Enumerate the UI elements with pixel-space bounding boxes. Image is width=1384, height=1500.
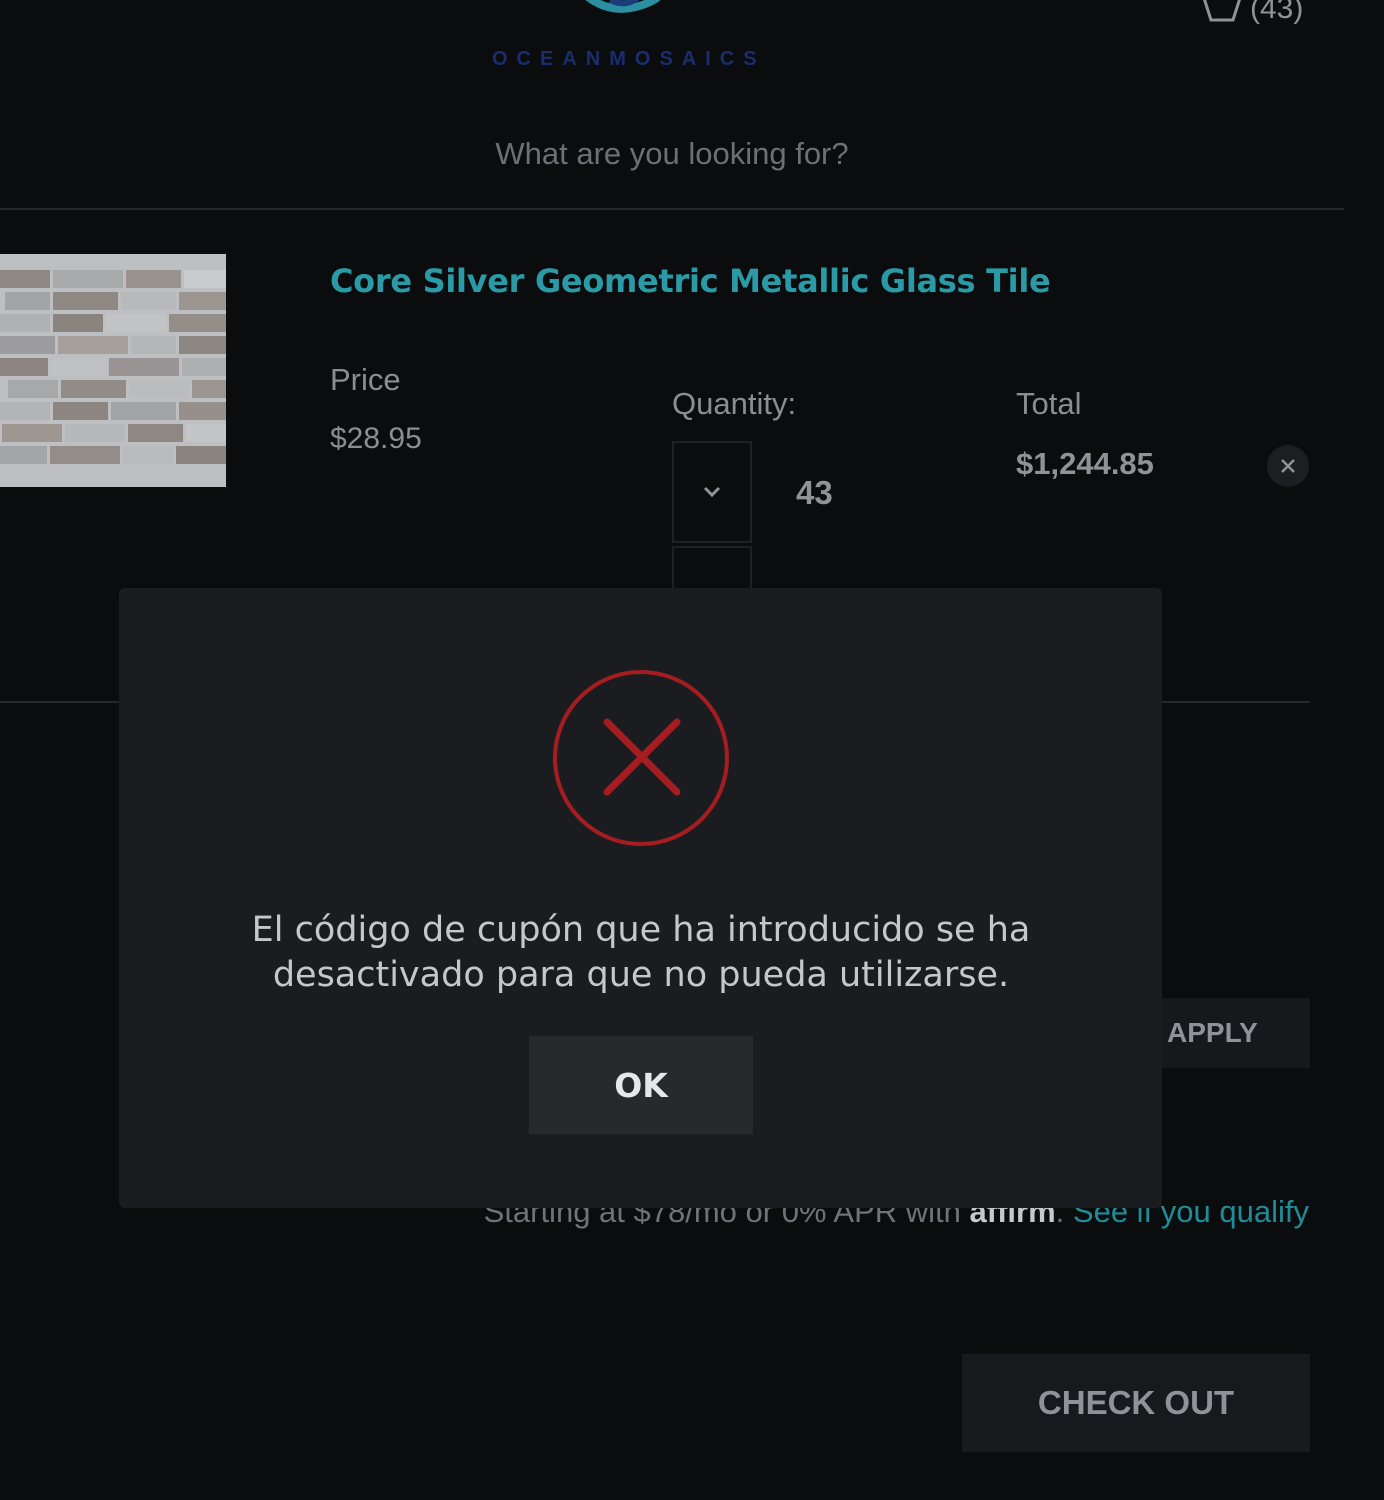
error-x-icon [553, 670, 729, 846]
quantity-decrease-button[interactable] [672, 441, 752, 543]
cart-icon[interactable] [1200, 0, 1244, 24]
price-value: $28.95 [330, 422, 422, 455]
ok-button[interactable]: OK [529, 1036, 753, 1134]
quantity-label: Quantity: [672, 386, 797, 421]
checkout-button[interactable]: CHECK OUT [962, 1354, 1310, 1452]
chevron-down-icon [703, 486, 721, 498]
product-title-link[interactable]: Core Silver Geometric Metallic Glass Til… [330, 262, 1051, 300]
header-divider [0, 208, 1344, 210]
logo-wave-icon[interactable] [570, 0, 670, 25]
search-input[interactable]: What are you looking for? [0, 136, 1344, 172]
price-label: Price [330, 362, 401, 397]
close-icon [1281, 459, 1295, 473]
total-label: Total [1016, 386, 1082, 421]
dialog-message: El código de cupón que ha introducido se… [200, 908, 1082, 998]
logo-wordmark[interactable]: OCEANMOSAICS [492, 48, 762, 71]
total-value: $1,244.85 [1016, 446, 1154, 481]
dialog-message-line1: El código de cupón que ha introducido se… [251, 910, 1031, 950]
product-thumbnail[interactable] [0, 254, 226, 487]
remove-item-button[interactable] [1267, 445, 1309, 487]
quantity-value[interactable]: 43 [796, 474, 833, 512]
apply-coupon-button[interactable]: APPLY [1150, 998, 1310, 1068]
cart-count[interactable]: (43) [1250, 0, 1303, 26]
dialog-message-line2: desactivado para que no pueda utilizarse… [272, 955, 1010, 995]
